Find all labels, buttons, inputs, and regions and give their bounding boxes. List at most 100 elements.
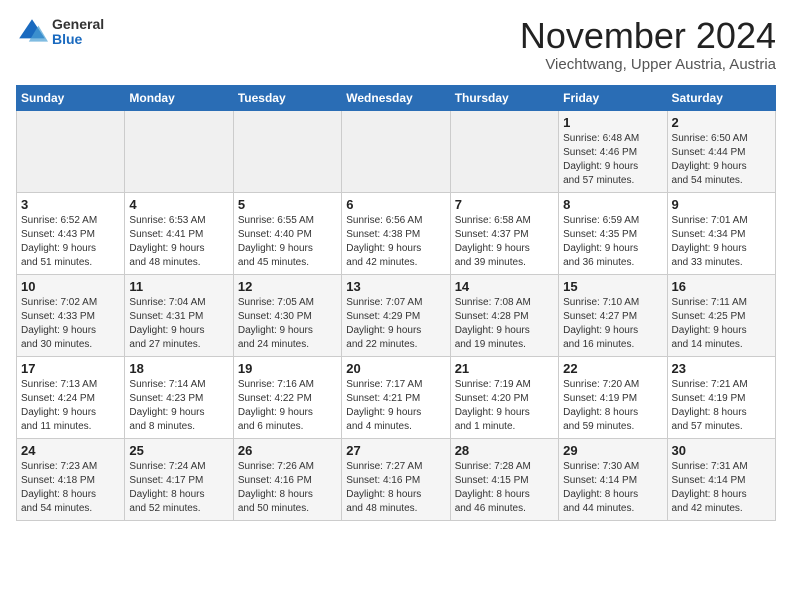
- day-info: Sunrise: 7:24 AM Sunset: 4:17 PM Dayligh…: [129, 460, 228, 516]
- calendar-cell: 8 Sunrise: 6:59 AM Sunset: 4:35 PM Daylig…: [559, 192, 667, 274]
- calendar-cell: 3 Sunrise: 6:52 AM Sunset: 4:43 PM Daylig…: [17, 192, 125, 274]
- weekday-header-tuesday: Tuesday: [233, 85, 341, 110]
- weekday-header-row: SundayMondayTuesdayWednesdayThursdayFrid…: [17, 85, 776, 110]
- calendar-body: 1Sunrise: 6:48 AM Sunset: 4:46 PM Daylig…: [17, 110, 776, 520]
- day-info: Sunrise: 6:52 AM Sunset: 4:43 PM Dayligh…: [21, 214, 120, 270]
- day-number: 16: [672, 279, 771, 294]
- calendar-cell: 7Sunrise: 6:58 AM Sunset: 4:37 PM Daylig…: [450, 192, 558, 274]
- day-number: 8: [563, 197, 662, 212]
- calendar-cell: 12 Sunrise: 7:05 AM Sunset: 4:30 PM Dayli…: [233, 274, 341, 356]
- day-info: Sunrise: 7:02 AM Sunset: 4:33 PM Dayligh…: [21, 296, 120, 352]
- day-info: Sunrise: 7:14 AM Sunset: 4:23 PM Dayligh…: [129, 378, 228, 434]
- day-number: 2: [672, 115, 771, 130]
- day-info: Sunrise: 7:08 AM Sunset: 4:28 PM Dayligh…: [455, 296, 554, 352]
- logo-text: General Blue: [52, 17, 104, 48]
- month-title: November 2024: [520, 16, 776, 56]
- day-number: 26: [238, 443, 337, 458]
- week-row-4: 17 Sunrise: 7:13 AM Sunset: 4:24 PM Dayli…: [17, 356, 776, 438]
- day-number: 12: [238, 279, 337, 294]
- day-number: 14: [455, 279, 554, 294]
- calendar-cell: 27 Sunrise: 7:27 AM Sunset: 4:16 PM Dayli…: [342, 438, 450, 520]
- weekday-header-saturday: Saturday: [667, 85, 775, 110]
- calendar-cell: [233, 110, 341, 192]
- calendar-cell: 17 Sunrise: 7:13 AM Sunset: 4:24 PM Dayli…: [17, 356, 125, 438]
- day-number: 15: [563, 279, 662, 294]
- weekday-header-monday: Monday: [125, 85, 233, 110]
- day-info: Sunrise: 7:30 AM Sunset: 4:14 PM Dayligh…: [563, 460, 662, 516]
- calendar-cell: [17, 110, 125, 192]
- logo: General Blue: [16, 16, 104, 48]
- day-info: Sunrise: 6:50 AM Sunset: 4:44 PM Dayligh…: [672, 132, 771, 188]
- day-number: 28: [455, 443, 554, 458]
- day-info: Sunrise: 6:48 AM Sunset: 4:46 PM Dayligh…: [563, 132, 662, 188]
- logo-blue-text: Blue: [52, 32, 104, 47]
- day-number: 27: [346, 443, 445, 458]
- calendar-cell: 9Sunrise: 7:01 AM Sunset: 4:34 PM Daylig…: [667, 192, 775, 274]
- calendar-cell: 14 Sunrise: 7:08 AM Sunset: 4:28 PM Dayli…: [450, 274, 558, 356]
- weekday-header-sunday: Sunday: [17, 85, 125, 110]
- calendar-cell: 20 Sunrise: 7:17 AM Sunset: 4:21 PM Dayli…: [342, 356, 450, 438]
- calendar-cell: 28 Sunrise: 7:28 AM Sunset: 4:15 PM Dayli…: [450, 438, 558, 520]
- calendar-cell: 11 Sunrise: 7:04 AM Sunset: 4:31 PM Dayli…: [125, 274, 233, 356]
- calendar-cell: 15 Sunrise: 7:10 AM Sunset: 4:27 PM Dayli…: [559, 274, 667, 356]
- day-info: Sunrise: 7:07 AM Sunset: 4:29 PM Dayligh…: [346, 296, 445, 352]
- calendar-cell: 4 Sunrise: 6:53 AM Sunset: 4:41 PM Daylig…: [125, 192, 233, 274]
- day-number: 22: [563, 361, 662, 376]
- week-row-2: 3 Sunrise: 6:52 AM Sunset: 4:43 PM Daylig…: [17, 192, 776, 274]
- calendar-header: SundayMondayTuesdayWednesdayThursdayFrid…: [17, 85, 776, 110]
- day-number: 5: [238, 197, 337, 212]
- day-number: 4: [129, 197, 228, 212]
- location-subtitle: Viechtwang, Upper Austria, Austria: [520, 56, 776, 73]
- page-header: General Blue November 2024 Viechtwang, U…: [16, 16, 776, 73]
- day-info: Sunrise: 7:10 AM Sunset: 4:27 PM Dayligh…: [563, 296, 662, 352]
- calendar-cell: [450, 110, 558, 192]
- day-number: 19: [238, 361, 337, 376]
- day-number: 6: [346, 197, 445, 212]
- day-number: 18: [129, 361, 228, 376]
- day-number: 11: [129, 279, 228, 294]
- day-number: 24: [21, 443, 120, 458]
- day-info: Sunrise: 7:21 AM Sunset: 4:19 PM Dayligh…: [672, 378, 771, 434]
- day-number: 30: [672, 443, 771, 458]
- calendar-cell: 23 Sunrise: 7:21 AM Sunset: 4:19 PM Dayli…: [667, 356, 775, 438]
- day-info: Sunrise: 6:53 AM Sunset: 4:41 PM Dayligh…: [129, 214, 228, 270]
- calendar-cell: [342, 110, 450, 192]
- weekday-header-wednesday: Wednesday: [342, 85, 450, 110]
- day-info: Sunrise: 7:16 AM Sunset: 4:22 PM Dayligh…: [238, 378, 337, 434]
- calendar-cell: 10 Sunrise: 7:02 AM Sunset: 4:33 PM Dayli…: [17, 274, 125, 356]
- day-info: Sunrise: 7:28 AM Sunset: 4:15 PM Dayligh…: [455, 460, 554, 516]
- week-row-1: 1Sunrise: 6:48 AM Sunset: 4:46 PM Daylig…: [17, 110, 776, 192]
- day-info: Sunrise: 6:55 AM Sunset: 4:40 PM Dayligh…: [238, 214, 337, 270]
- day-info: Sunrise: 7:13 AM Sunset: 4:24 PM Dayligh…: [21, 378, 120, 434]
- calendar-cell: 18 Sunrise: 7:14 AM Sunset: 4:23 PM Dayli…: [125, 356, 233, 438]
- day-info: Sunrise: 6:56 AM Sunset: 4:38 PM Dayligh…: [346, 214, 445, 270]
- day-number: 3: [21, 197, 120, 212]
- day-info: Sunrise: 7:11 AM Sunset: 4:25 PM Dayligh…: [672, 296, 771, 352]
- day-number: 17: [21, 361, 120, 376]
- week-row-5: 24 Sunrise: 7:23 AM Sunset: 4:18 PM Dayli…: [17, 438, 776, 520]
- calendar-cell: 1Sunrise: 6:48 AM Sunset: 4:46 PM Daylig…: [559, 110, 667, 192]
- calendar-cell: 24 Sunrise: 7:23 AM Sunset: 4:18 PM Dayli…: [17, 438, 125, 520]
- calendar-cell: 13Sunrise: 7:07 AM Sunset: 4:29 PM Dayli…: [342, 274, 450, 356]
- day-info: Sunrise: 6:59 AM Sunset: 4:35 PM Dayligh…: [563, 214, 662, 270]
- day-info: Sunrise: 7:23 AM Sunset: 4:18 PM Dayligh…: [21, 460, 120, 516]
- logo-general-text: General: [52, 17, 104, 32]
- day-number: 20: [346, 361, 445, 376]
- weekday-header-friday: Friday: [559, 85, 667, 110]
- day-number: 21: [455, 361, 554, 376]
- day-info: Sunrise: 7:19 AM Sunset: 4:20 PM Dayligh…: [455, 378, 554, 434]
- day-info: Sunrise: 7:17 AM Sunset: 4:21 PM Dayligh…: [346, 378, 445, 434]
- day-info: Sunrise: 7:27 AM Sunset: 4:16 PM Dayligh…: [346, 460, 445, 516]
- day-info: Sunrise: 7:04 AM Sunset: 4:31 PM Dayligh…: [129, 296, 228, 352]
- day-number: 23: [672, 361, 771, 376]
- day-number: 29: [563, 443, 662, 458]
- day-info: Sunrise: 7:05 AM Sunset: 4:30 PM Dayligh…: [238, 296, 337, 352]
- day-number: 10: [21, 279, 120, 294]
- day-number: 7: [455, 197, 554, 212]
- calendar-cell: 21 Sunrise: 7:19 AM Sunset: 4:20 PM Dayli…: [450, 356, 558, 438]
- day-info: Sunrise: 7:26 AM Sunset: 4:16 PM Dayligh…: [238, 460, 337, 516]
- calendar-cell: 25Sunrise: 7:24 AM Sunset: 4:17 PM Dayli…: [125, 438, 233, 520]
- calendar-cell: 19 Sunrise: 7:16 AM Sunset: 4:22 PM Dayli…: [233, 356, 341, 438]
- week-row-3: 10 Sunrise: 7:02 AM Sunset: 4:33 PM Dayli…: [17, 274, 776, 356]
- weekday-header-thursday: Thursday: [450, 85, 558, 110]
